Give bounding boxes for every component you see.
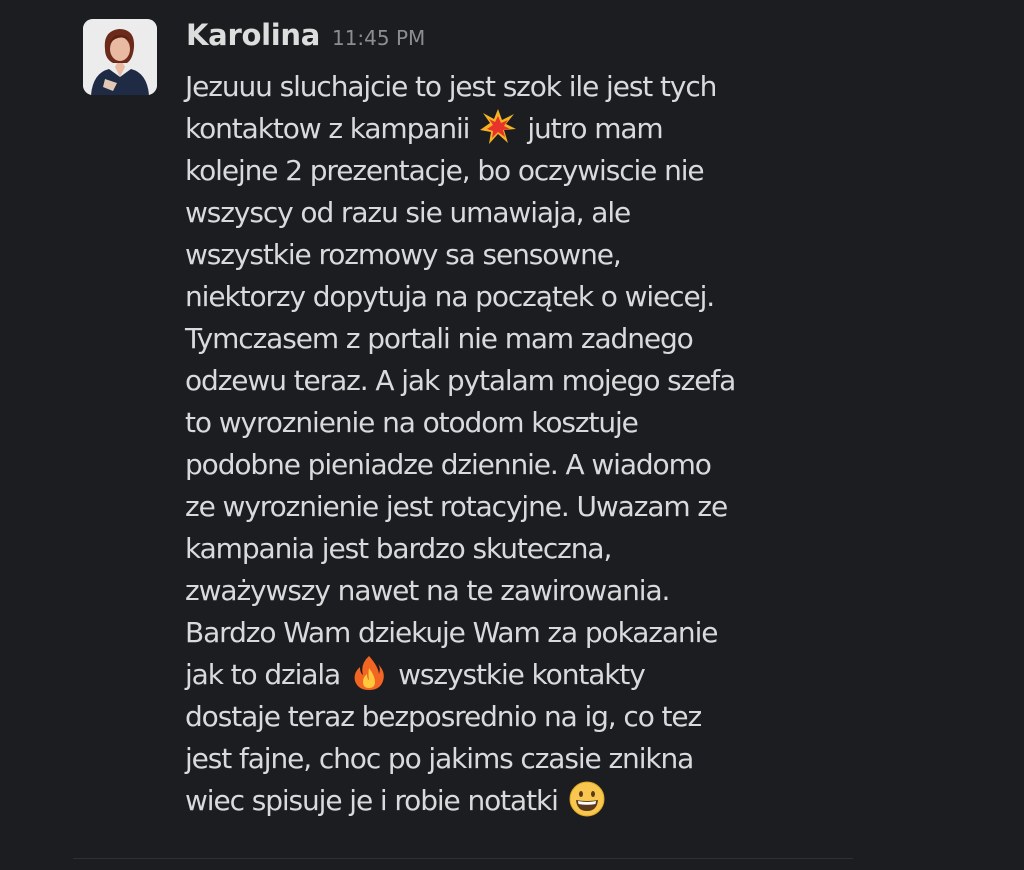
message-line: Bardzo Wam dziekuje Wam za pokazanie xyxy=(185,616,718,649)
collision-icon xyxy=(479,108,517,146)
message-line: jak to dziala wszystkie kontakty xyxy=(185,654,985,696)
message-line: ze wyroznienie jest rotacyjne. Uwazam ze xyxy=(185,490,728,523)
message-line: Jezuuu sluchajcie to jest szok ile jest … xyxy=(185,70,717,103)
message-line: wszystkie rozmowy sa sensowne, xyxy=(185,238,622,271)
avatar[interactable] xyxy=(83,19,157,95)
message-line: jest fajne, choc po jakims czasie znikna xyxy=(185,742,694,775)
message-text: wszystkie kontakty xyxy=(398,658,646,691)
avatar-photo xyxy=(83,19,157,95)
message-body: Jezuuu sluchajcie to jest szok ile jest … xyxy=(185,66,985,822)
message-line: wiec spisuje je i robie notatki xyxy=(185,780,985,822)
timestamp[interactable]: 11:45 PM xyxy=(332,26,425,50)
grinning-face-icon xyxy=(568,780,606,818)
author-name[interactable]: Karolina xyxy=(186,18,320,52)
message-text: wiec spisuje je i robie notatki xyxy=(185,784,559,817)
message-line: zważywszy nawet na te zawirowania. xyxy=(185,574,670,607)
message-line: niektorzy dopytuja na początek o wiecej. xyxy=(185,280,715,313)
message-text: jak to dziala xyxy=(185,658,341,691)
message-text: jutro mam xyxy=(527,112,663,145)
message-line: kolejne 2 prezentacje, bo oczywiscie nie xyxy=(185,154,705,187)
message-line: to wyroznienie na otodom kosztuje xyxy=(185,406,639,439)
message-line: dostaje teraz bezposrednio na ig, co tez xyxy=(185,700,702,733)
message-line: podobne pieniadze dziennie. A wiadomo xyxy=(185,448,712,481)
message-line: kontaktow z kampanii jutro mam xyxy=(185,108,985,150)
message-line: wszyscy od razu sie umawiaja, ale xyxy=(185,196,631,229)
message-line: Tymczasem z portali nie mam zadnego xyxy=(185,322,694,355)
message-divider xyxy=(73,858,853,859)
message-line: odzewu teraz. A jak pytalam mojego szefa xyxy=(185,364,736,397)
chat-message: Karolina 11:45 PM Jezuuu sluchajcie to j… xyxy=(0,0,1024,870)
message-header: Karolina 11:45 PM xyxy=(186,18,425,52)
fire-icon xyxy=(350,654,388,692)
message-text: kontaktow z kampanii xyxy=(185,112,470,145)
message-line: kampania jest bardzo skuteczna, xyxy=(185,532,612,565)
